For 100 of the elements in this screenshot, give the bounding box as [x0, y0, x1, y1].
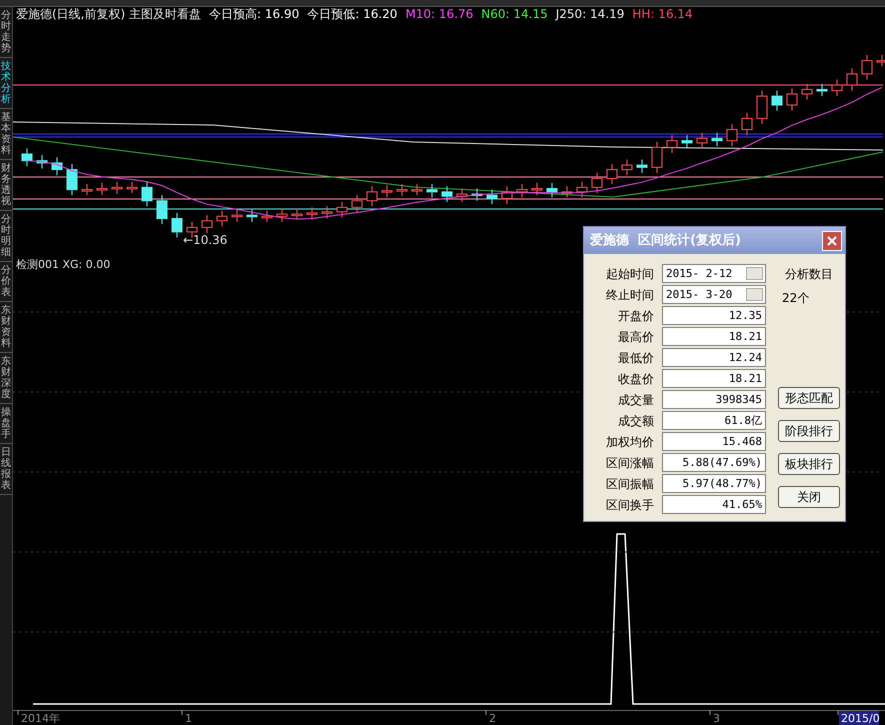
candlestick	[352, 194, 362, 214]
indicator-value: 今日预高: 16.90	[209, 7, 300, 22]
analysis-count: 22个	[782, 290, 810, 307]
close-button[interactable]	[822, 230, 842, 250]
candlestick	[592, 172, 602, 194]
sidebar-tab[interactable]: 基本资料	[0, 109, 12, 160]
field-label: 开盘价	[617, 308, 654, 324]
candlestick	[832, 78, 842, 97]
field-label: 区间涨幅	[605, 454, 654, 472]
value-field[interactable]: 12.24	[662, 348, 766, 367]
candlestick	[82, 184, 92, 196]
candlestick	[682, 134, 692, 149]
low-price-label: ←10.36	[183, 233, 228, 247]
sidebar-tab[interactable]: 分时走势	[0, 7, 12, 58]
indicator-label: 检测001 XG: 0.00	[16, 258, 110, 271]
candlestick	[472, 188, 482, 202]
candlestick	[442, 186, 452, 202]
value-field[interactable]: 5.88(47.69%)	[662, 453, 766, 472]
candlestick	[382, 184, 392, 198]
candlestick	[262, 210, 272, 222]
sidebar-tab[interactable]: 分价表	[0, 262, 12, 302]
candlestick	[652, 141, 662, 174]
value-field[interactable]: 18.21	[662, 327, 766, 346]
value-field[interactable]: 15.468	[662, 432, 766, 451]
field-label: 成交量	[617, 392, 654, 408]
sidebar-tab[interactable]: 东财深度	[0, 353, 12, 404]
indicator-value: M10: 16.76	[405, 7, 474, 22]
candlestick	[276, 208, 288, 222]
candlestick	[126, 181, 138, 194]
sidebar-tab[interactable]: 分时明细	[0, 211, 12, 262]
candlestick	[576, 181, 588, 198]
candlestick	[306, 206, 318, 220]
sidebar-tab[interactable]: 日线报表	[0, 444, 12, 495]
value-field[interactable]: 41.65%	[662, 495, 766, 514]
candlestick	[726, 123, 738, 147]
time-axis-label: 1	[185, 712, 192, 725]
value-field[interactable]: 61.8亿	[662, 411, 766, 430]
candlestick	[532, 182, 542, 196]
candlestick	[142, 181, 152, 207]
field-label: 最低价	[617, 350, 654, 366]
value-field[interactable]: 18.21	[662, 369, 766, 388]
candlestick	[742, 112, 752, 136]
dialog-button[interactable]: 关闭	[778, 486, 840, 508]
candlestick	[112, 181, 122, 195]
sidebar-tab[interactable]: 操盘手	[0, 404, 12, 444]
field-label: 区间换手	[605, 496, 654, 514]
dialog-button[interactable]: 形态匹配	[778, 387, 840, 409]
candlestick	[862, 54, 872, 80]
candlestick	[22, 148, 32, 167]
candlestick	[396, 184, 408, 197]
time-axis-label: 3	[713, 712, 720, 725]
candlestick	[52, 156, 62, 176]
candlestick	[876, 54, 885, 67]
time-axis-label: 2014年	[21, 712, 60, 725]
time-axis-label: 2015/0	[841, 712, 880, 725]
date-field[interactable]: 2015- 3-20	[662, 285, 766, 304]
sidebar-tab[interactable]: 技术分析	[0, 58, 12, 109]
candlestick	[802, 83, 812, 100]
candlestick	[622, 159, 632, 176]
candlestick	[816, 83, 828, 97]
candlestick	[696, 132, 708, 149]
date-field[interactable]: 2015- 2-12	[662, 264, 766, 283]
candlestick	[156, 194, 168, 225]
candlestick	[666, 134, 678, 154]
candlestick	[292, 208, 302, 220]
candlestick	[562, 186, 572, 198]
candlestick	[846, 68, 858, 92]
indicator-value: J250: 14.19	[556, 7, 624, 22]
value-field[interactable]: 3998345	[662, 390, 766, 409]
candlestick	[516, 184, 528, 198]
close-icon	[827, 236, 837, 246]
field-label: 最高价	[617, 328, 654, 346]
candlestick	[232, 209, 242, 222]
field-label: 终止时间	[605, 286, 654, 304]
candlestick	[366, 186, 378, 207]
candlestick	[456, 188, 468, 202]
dialog-button[interactable]: 板块排行	[778, 453, 840, 475]
candlestick	[772, 90, 782, 112]
candlestick	[36, 154, 48, 169]
indicator-value: 今日预低: 16.20	[307, 7, 398, 22]
candlestick	[786, 88, 798, 112]
candlestick	[712, 132, 722, 147]
analysis-count-label: 分析数目	[785, 266, 833, 283]
sidebar-tab[interactable]: 财务透视	[0, 160, 12, 211]
value-field[interactable]: 5.97(48.77%)	[662, 474, 766, 493]
candlestick	[546, 182, 558, 198]
field-label: 收盘价	[617, 370, 654, 388]
indicator-value: HH: 16.14	[632, 7, 693, 22]
candlestick	[636, 159, 648, 174]
candlestick	[336, 201, 348, 218]
value-field[interactable]: 12.35	[662, 306, 766, 325]
time-axis-label: 2	[489, 712, 496, 725]
field-label: 成交额	[617, 412, 654, 430]
candlestick	[322, 206, 332, 220]
candlestick	[412, 184, 422, 196]
sidebar-tab[interactable]: 东财资料	[0, 302, 12, 353]
candlestick	[246, 209, 258, 222]
candlestick	[426, 184, 438, 198]
dialog-button[interactable]: 阶段排行	[778, 420, 840, 442]
field-label: 区间振幅	[605, 476, 654, 492]
